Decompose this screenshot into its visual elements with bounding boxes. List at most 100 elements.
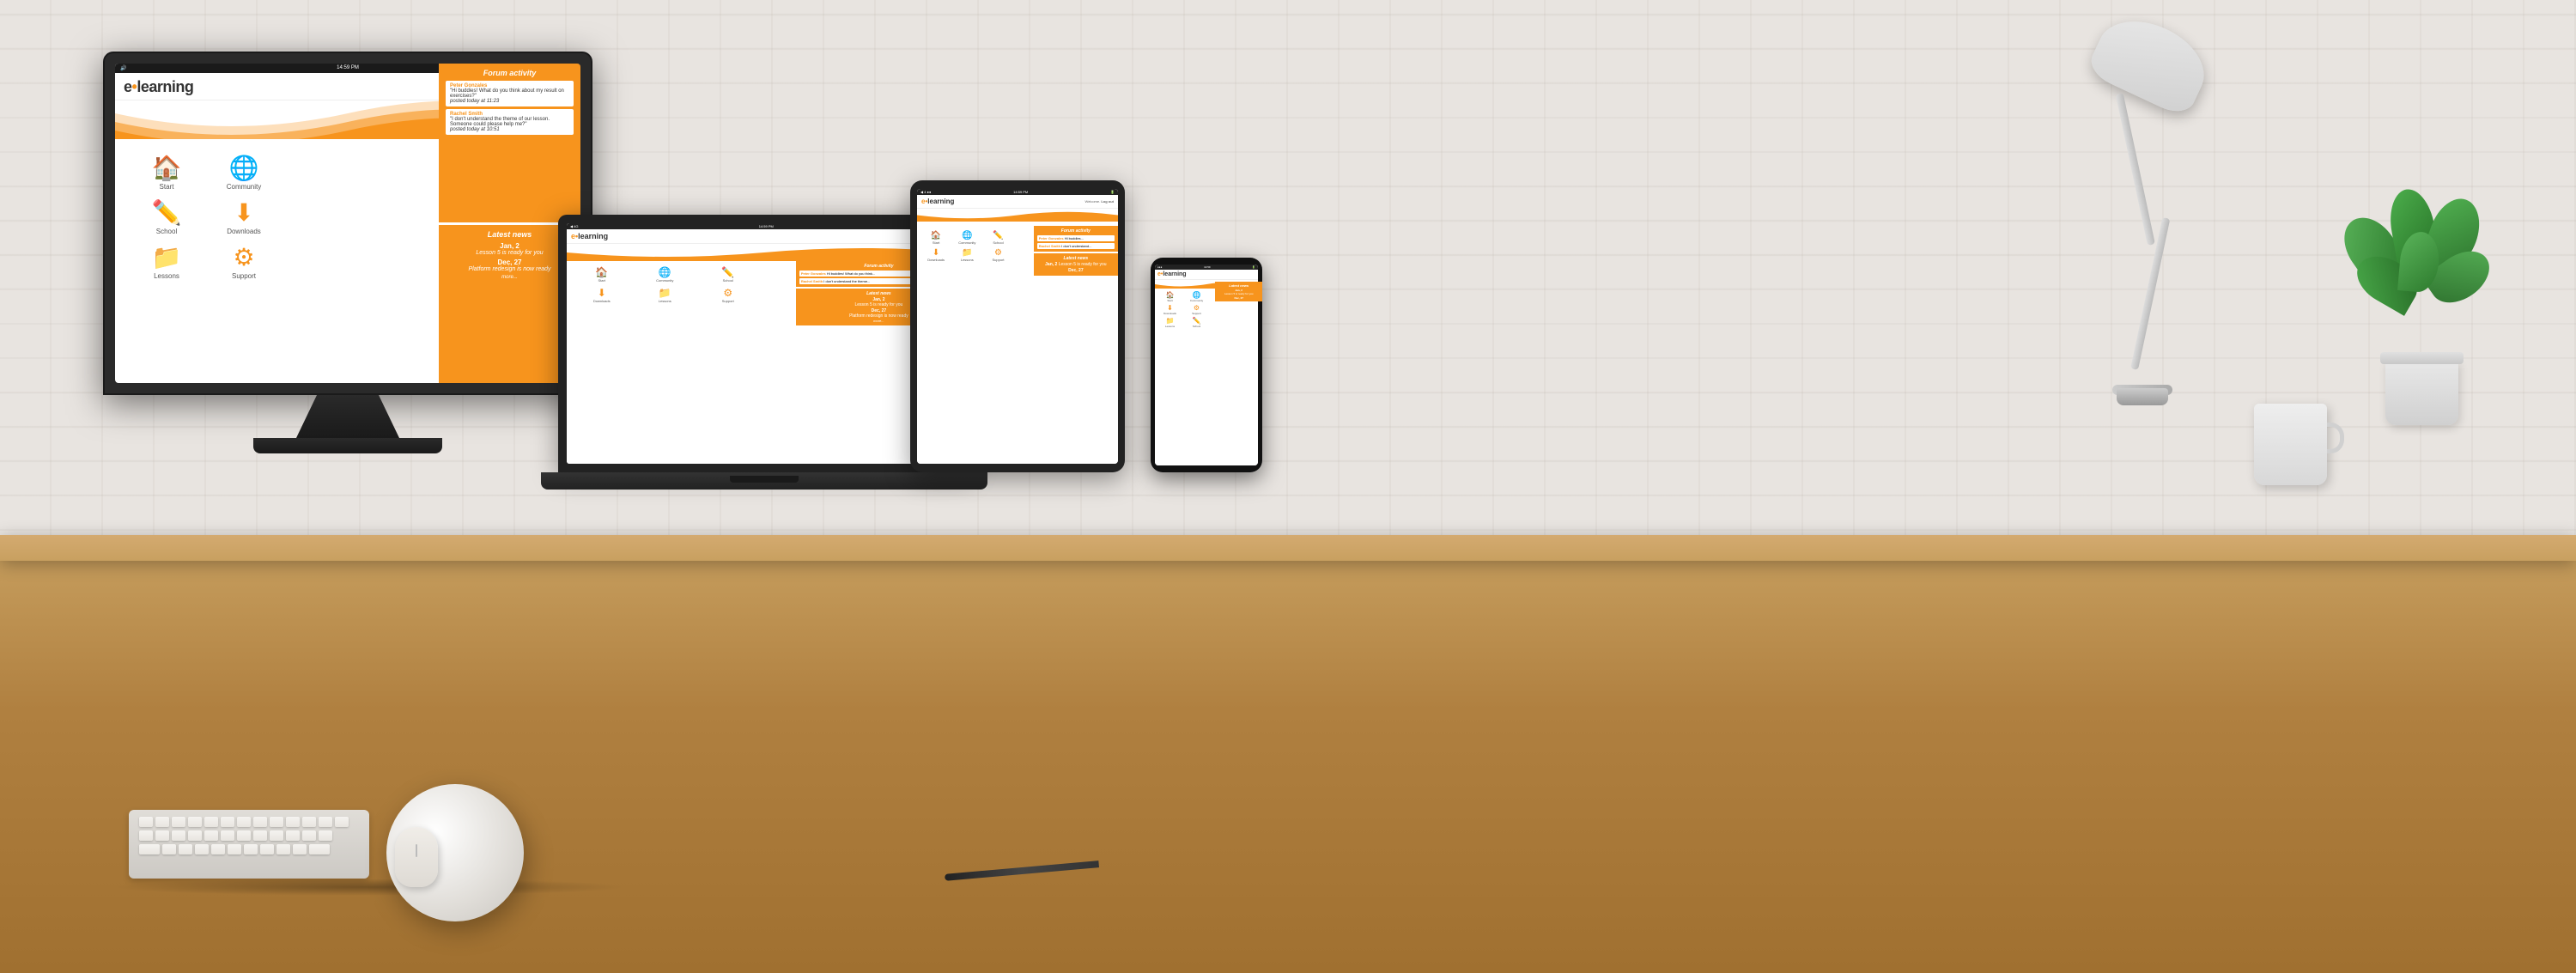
nav-start[interactable]: 🏠 Start xyxy=(128,156,205,191)
key[interactable] xyxy=(309,844,330,854)
phone-nav-support[interactable]: ⚙ Support xyxy=(1183,303,1210,316)
key[interactable] xyxy=(139,817,153,827)
key[interactable] xyxy=(319,817,332,827)
start-label: Start xyxy=(128,183,205,191)
tablet-nav-support[interactable]: ⚙ Support xyxy=(982,246,1013,264)
key[interactable] xyxy=(260,844,274,854)
key[interactable] xyxy=(188,830,202,841)
tablet-nav-lessons[interactable]: 📁 Lessons xyxy=(951,246,982,264)
key[interactable] xyxy=(204,830,218,841)
laptop-status-bar: ◀ 4G 14:59 PM 🔋 xyxy=(567,223,962,229)
laptop-nav-support[interactable]: ⚙ Support xyxy=(696,285,760,306)
key[interactable] xyxy=(139,830,153,841)
key[interactable] xyxy=(172,830,185,841)
phone-nav-school[interactable]: ✏️ School xyxy=(1183,316,1210,329)
phone-community-icon: 🌐 xyxy=(1184,291,1209,299)
key[interactable] xyxy=(195,844,209,854)
key[interactable] xyxy=(139,844,160,854)
post-text-2: "I don't understand the theme of our les… xyxy=(450,117,550,127)
keyboard-row-1 xyxy=(139,817,359,827)
key[interactable] xyxy=(237,817,251,827)
device-shadow xyxy=(112,879,627,896)
tablet-housing: ◀ 4 ●● 14:59 PM 🔋 e•learning Welcome. Lo… xyxy=(910,180,1125,472)
laptop-community-label: Community xyxy=(656,278,673,283)
key[interactable] xyxy=(237,830,251,841)
post-text-1: "Hi buddies! What do you think about my … xyxy=(450,88,564,99)
key[interactable] xyxy=(162,844,176,854)
plant-pot-rim xyxy=(2380,352,2464,364)
tablet-start-label: Start xyxy=(933,240,939,245)
laptop-screen: ◀ 4G 14:59 PM 🔋 e•learning Welcome. Log … xyxy=(567,223,962,464)
phone-nav-start[interactable]: 🏠 Start xyxy=(1157,290,1183,303)
news-more[interactable]: more... xyxy=(446,275,574,280)
tablet-logout[interactable]: Log out xyxy=(1101,199,1114,204)
laptop-nav-lessons[interactable]: 📁 Lessons xyxy=(634,285,697,306)
phone-downloads-label: Downloads xyxy=(1163,312,1176,315)
key[interactable] xyxy=(270,817,283,827)
forum-post-1: Peter Gonzales "Hi buddies! What do you … xyxy=(446,81,574,106)
key[interactable] xyxy=(335,817,349,827)
laptop-downloads-label: Downloads xyxy=(593,299,611,303)
desk-lamp xyxy=(1992,17,2250,447)
phone-nav-downloads[interactable]: ⬇ Downloads xyxy=(1157,303,1183,316)
phone-battery: 🔋 xyxy=(1252,265,1255,269)
tablet-nav-school[interactable]: ✏️ School xyxy=(982,229,1013,246)
nav-downloads[interactable]: ⬇ Downloads xyxy=(205,201,283,235)
tablet-nav-community[interactable]: 🌐 Community xyxy=(951,229,982,246)
phone-nav-lessons[interactable]: 📁 Lessons xyxy=(1157,316,1183,329)
tablet-welcome: Welcome. Log out xyxy=(1085,199,1115,204)
laptop-nav: 🏠 Start 🌐 Community ✏️ School xyxy=(567,261,784,309)
key[interactable] xyxy=(244,844,258,854)
phone-housing: ●●● 14:59 🔋 e•learning xyxy=(1151,258,1262,472)
laptop-nav-community[interactable]: 🌐 Community xyxy=(634,265,697,285)
key[interactable] xyxy=(155,817,169,827)
tablet-downloads-label: Downloads xyxy=(927,258,945,262)
key[interactable] xyxy=(270,830,283,841)
monitor-stand xyxy=(296,395,399,438)
tablet-nav-start[interactable]: 🏠 Start xyxy=(920,229,951,246)
laptop-nav-start[interactable]: 🏠 Start xyxy=(570,265,634,285)
key[interactable] xyxy=(286,817,300,827)
nav-support[interactable]: ⚙ Support xyxy=(205,246,283,280)
key[interactable] xyxy=(221,830,234,841)
key[interactable] xyxy=(204,817,218,827)
post-time-1: posted today at 11:23 xyxy=(450,99,569,104)
key[interactable] xyxy=(228,844,241,854)
phone-lessons-icon: 📁 xyxy=(1157,317,1182,325)
tablet-nav: 🏠 Start 🌐 Community ✏️ School xyxy=(917,226,1028,267)
key[interactable] xyxy=(276,844,290,854)
screen-nav: 🏠 Start 🌐 Community ✏️ School ⬇ Download… xyxy=(115,148,364,299)
status-icon: 🔊 xyxy=(120,65,126,71)
mouse[interactable] xyxy=(395,827,438,887)
key[interactable] xyxy=(286,830,300,841)
laptop-nav-school[interactable]: ✏️ School xyxy=(696,265,760,285)
key[interactable] xyxy=(253,830,267,841)
laptop-nav-downloads[interactable]: ⬇ Downloads xyxy=(570,285,634,306)
laptop-lessons-label: Lessons xyxy=(659,299,671,303)
key[interactable] xyxy=(211,844,225,854)
key[interactable] xyxy=(179,844,192,854)
post-time-2: posted today at 10:51 xyxy=(450,127,569,132)
tablet-nav-downloads[interactable]: ⬇ Downloads xyxy=(920,246,951,264)
phone-nav-community[interactable]: 🌐 Community xyxy=(1183,290,1210,303)
key[interactable] xyxy=(172,817,185,827)
nav-lessons[interactable]: 📁 Lessons xyxy=(128,246,205,280)
phone-downloads-icon: ⬇ xyxy=(1157,304,1182,312)
key[interactable] xyxy=(221,817,234,827)
nav-community[interactable]: 🌐 Community xyxy=(205,156,283,191)
key[interactable] xyxy=(302,817,316,827)
lamp-arm-upper xyxy=(2116,93,2155,246)
phone-screen: ●●● 14:59 🔋 e•learning xyxy=(1155,265,1258,465)
key[interactable] xyxy=(293,844,307,854)
key[interactable] xyxy=(319,830,332,841)
key[interactable] xyxy=(155,830,169,841)
phone-news-panel: Latest news Jan, 2 Lesson 5 is ready for… xyxy=(1215,282,1258,301)
nav-school[interactable]: ✏️ School xyxy=(128,201,205,235)
key[interactable] xyxy=(302,830,316,841)
news-date-2: Dec, 27 xyxy=(497,258,521,266)
keyboard[interactable] xyxy=(129,810,369,879)
laptop-lessons-icon: 📁 xyxy=(635,287,696,299)
key[interactable] xyxy=(188,817,202,827)
tablet-status-bar: ◀ 4 ●● 14:59 PM 🔋 xyxy=(917,189,1118,195)
key[interactable] xyxy=(253,817,267,827)
